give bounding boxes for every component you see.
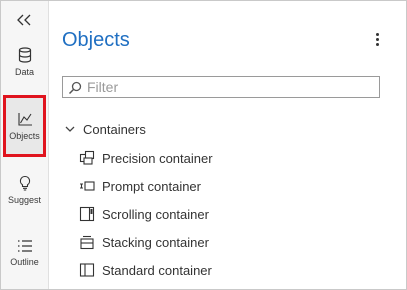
- rail-item-label: Outline: [10, 257, 39, 267]
- list-icon: [1, 239, 48, 253]
- panel-title: Objects: [62, 29, 130, 51]
- list-item-prompt-container[interactable]: Prompt container: [79, 176, 201, 196]
- rail-item-label: Objects: [9, 131, 40, 141]
- rail-item-label: Data: [14, 67, 34, 77]
- rail-item-outline[interactable]: Outline: [1, 239, 48, 267]
- filter-field[interactable]: [62, 76, 380, 98]
- more-options-icon[interactable]: [373, 33, 381, 47]
- list-item-label: Prompt container: [102, 178, 201, 194]
- standard-container-icon: [79, 262, 95, 278]
- database-icon: [1, 47, 48, 63]
- group-containers[interactable]: Containers: [65, 120, 146, 138]
- rail-item-data[interactable]: Data: [1, 47, 48, 77]
- list-item-precision-container[interactable]: Precision container: [79, 148, 213, 168]
- chevron-down-icon: [65, 126, 75, 132]
- group-label: Containers: [83, 121, 146, 137]
- line-chart-icon: [1, 111, 48, 127]
- list-item-label: Standard container: [102, 262, 212, 278]
- list-item-label: Scrolling container: [102, 206, 209, 222]
- list-item-scrolling-container[interactable]: Scrolling container: [79, 204, 209, 224]
- search-icon: [68, 81, 82, 100]
- objects-pane: Data Objects Suggest Outline Objects Fil…: [0, 0, 407, 290]
- rail-item-label: Suggest: [7, 195, 42, 205]
- stacking-container-icon: [79, 234, 95, 250]
- list-item-label: Precision container: [102, 150, 213, 166]
- filter-input[interactable]: [87, 77, 375, 97]
- collapse-icon[interactable]: [15, 13, 33, 27]
- precision-container-icon: [79, 150, 95, 166]
- scrolling-container-icon: [79, 206, 95, 222]
- rail-item-objects[interactable]: Objects: [1, 111, 48, 141]
- rail-item-suggest[interactable]: Suggest: [1, 175, 48, 205]
- prompt-container-icon: [79, 178, 95, 194]
- list-item-label: Stacking container: [102, 234, 209, 250]
- lightbulb-icon: [1, 175, 48, 191]
- list-item-standard-container[interactable]: Standard container: [79, 260, 212, 280]
- left-rail: Data Objects Suggest Outline: [1, 1, 49, 289]
- list-item-stacking-container[interactable]: Stacking container: [79, 232, 209, 252]
